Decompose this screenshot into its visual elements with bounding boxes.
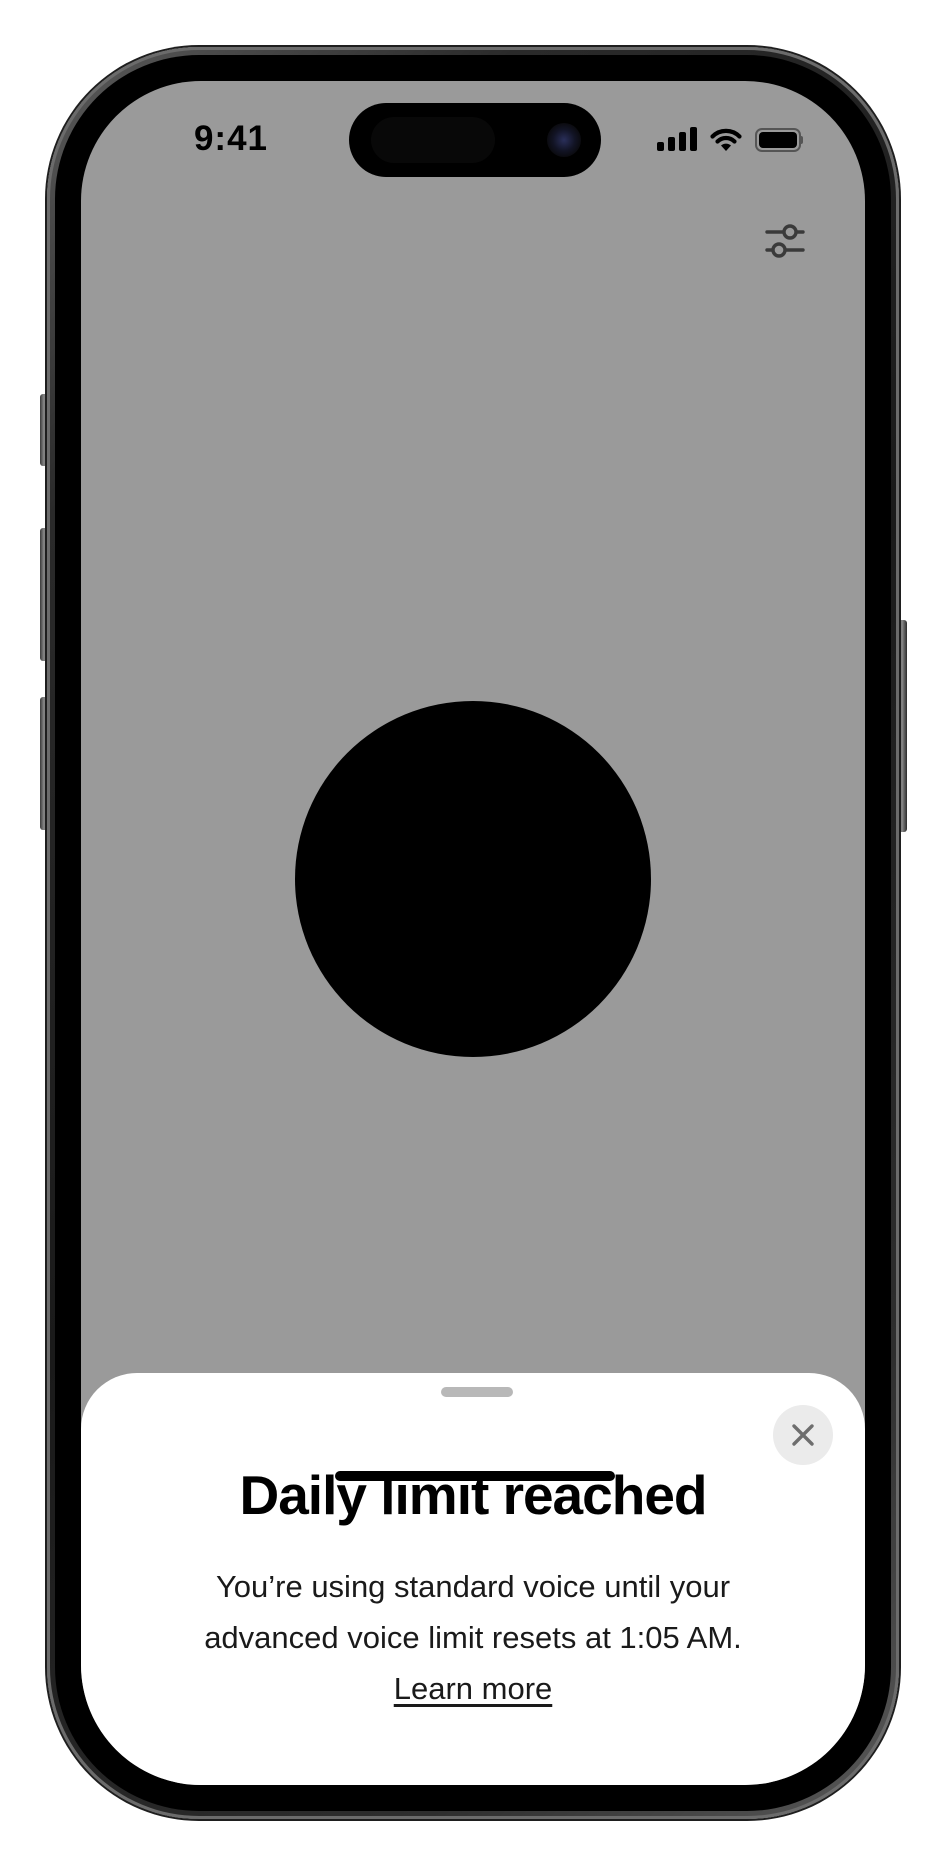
cellular-signal-icon	[657, 127, 697, 153]
status-icons	[657, 125, 803, 155]
limit-sheet: Daily limit reached You’re using standar…	[81, 1373, 865, 1785]
sheet-message: You’re using standard voice until your a…	[151, 1561, 795, 1714]
wifi-icon	[710, 128, 742, 151]
voice-orb[interactable]	[295, 701, 651, 1057]
phone-frame: 9:41 Daily limit reached You’re using st…	[47, 47, 899, 1819]
close-icon	[792, 1424, 814, 1446]
dynamic-island	[349, 103, 601, 177]
battery-icon	[755, 128, 803, 152]
status-time: 9:41	[193, 119, 269, 158]
screen: 9:41 Daily limit reached You’re using st…	[81, 81, 865, 1785]
device-mockup: 9:41 Daily limit reached You’re using st…	[0, 0, 946, 1864]
power-button	[898, 620, 907, 832]
sheet-grabber[interactable]	[441, 1387, 513, 1397]
front-camera-icon	[547, 123, 581, 157]
learn-more-link[interactable]: Learn more	[394, 1671, 553, 1706]
sheet-body-text: You’re using standard voice until your a…	[204, 1569, 742, 1655]
sensor-housing	[371, 117, 495, 163]
home-indicator[interactable]	[335, 1471, 615, 1481]
close-button[interactable]	[773, 1405, 833, 1465]
sliders-settings-icon[interactable]	[763, 219, 807, 263]
